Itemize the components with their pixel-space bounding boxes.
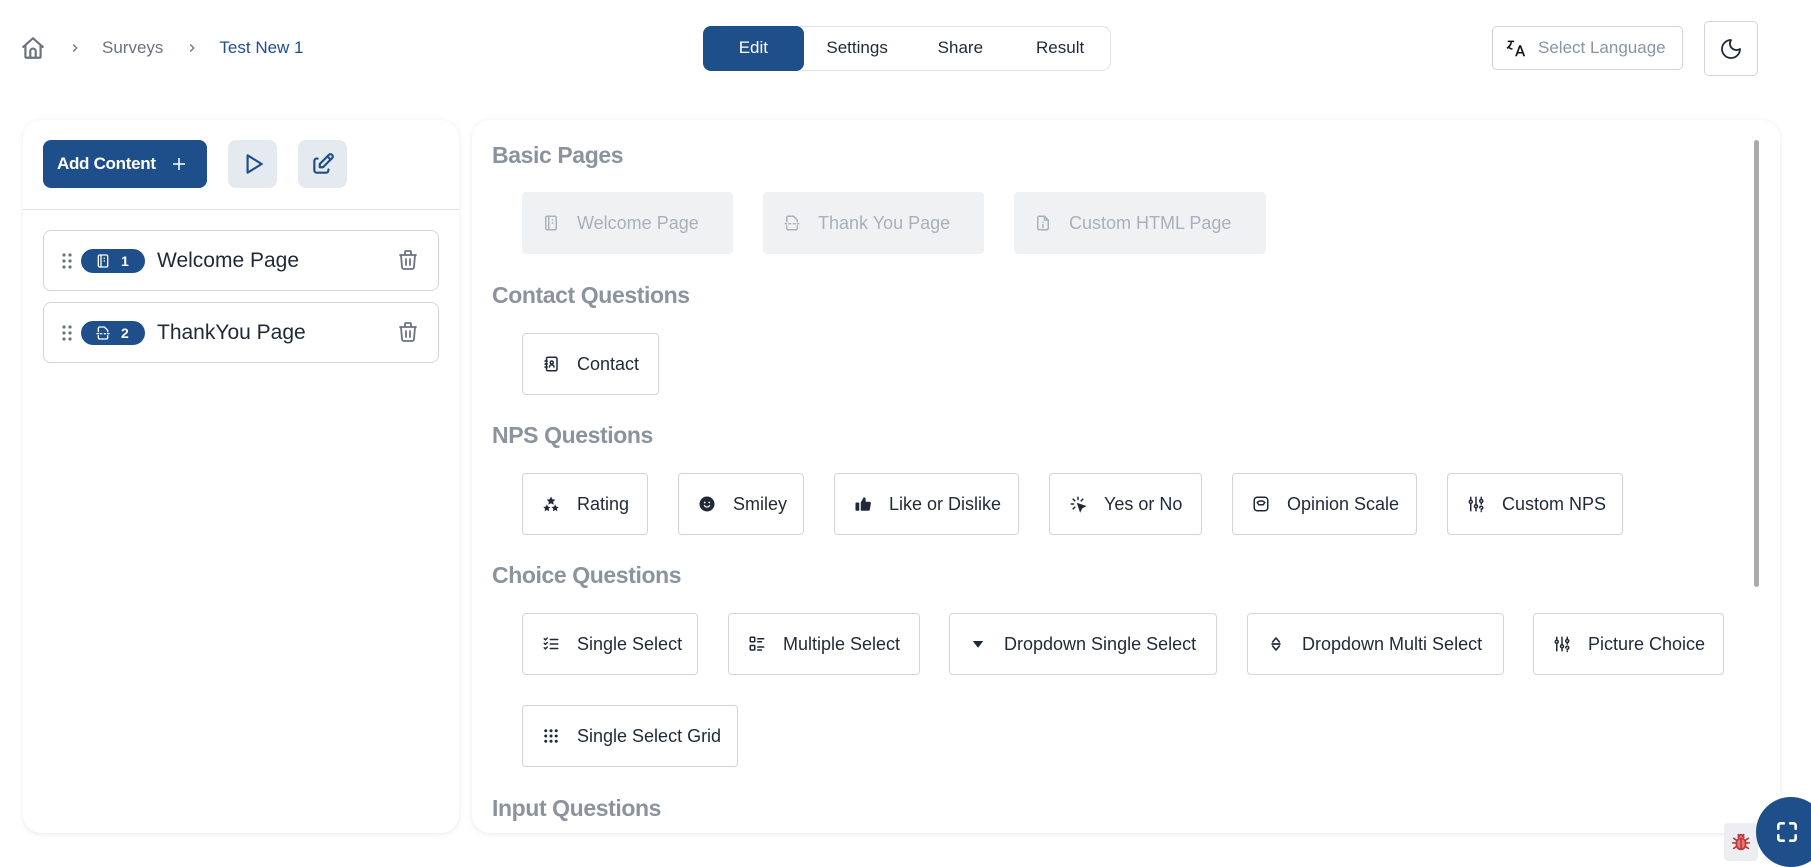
add-content-label: Add Content bbox=[57, 154, 156, 173]
chevron-right-icon bbox=[185, 41, 199, 55]
drag-handle-icon[interactable] bbox=[61, 324, 73, 342]
plus-icon bbox=[172, 158, 185, 170]
item-label: ThankYou Page bbox=[157, 320, 306, 344]
section-title-contact: Contact Questions bbox=[492, 282, 690, 308]
tab-edit[interactable]: Edit bbox=[703, 25, 804, 71]
button-label: Opinion Scale bbox=[1287, 493, 1400, 514]
contact-button[interactable]: Contact bbox=[522, 333, 659, 395]
button-label: Rating bbox=[577, 493, 630, 514]
content-sidebar: Add Content 1 Welcome Page 2 ThankYou Pa… bbox=[23, 120, 459, 833]
item-badge: 1 bbox=[81, 248, 145, 273]
opinion-scale-button[interactable]: Opinion Scale bbox=[1232, 473, 1417, 535]
file-smile-icon bbox=[784, 215, 800, 231]
basic-welcome-page-button[interactable]: Welcome Page bbox=[522, 192, 733, 254]
trash-icon[interactable] bbox=[396, 248, 420, 274]
list-item[interactable]: 1 Welcome Page bbox=[43, 230, 439, 291]
custom-nps-button[interactable]: Custom NPS bbox=[1447, 473, 1623, 535]
address-book-icon bbox=[544, 356, 558, 372]
item-number: 2 bbox=[121, 324, 129, 341]
item-badge: 2 bbox=[81, 320, 145, 345]
caret-down-icon bbox=[972, 641, 984, 648]
divider bbox=[23, 209, 459, 210]
breadcrumb-current: Test New 1 bbox=[219, 38, 304, 57]
report-bug-button[interactable] bbox=[1724, 823, 1758, 861]
button-label: Custom HTML Page bbox=[1069, 212, 1232, 233]
button-label: Smiley bbox=[733, 493, 788, 514]
preview-button[interactable] bbox=[228, 140, 277, 188]
tab-result[interactable]: Result bbox=[1010, 26, 1110, 71]
like-or-dislike-button[interactable]: Like or Dislike bbox=[834, 473, 1019, 535]
grid-dots-icon bbox=[544, 729, 558, 743]
button-label: Custom NPS bbox=[1502, 493, 1607, 514]
section-title-basic-pages: Basic Pages bbox=[492, 142, 624, 168]
dropdown-multi-select-button[interactable]: Dropdown Multi Select bbox=[1247, 613, 1504, 675]
notebook-icon bbox=[97, 253, 109, 268]
chevron-right-icon bbox=[68, 41, 82, 55]
button-label: Like or Dislike bbox=[889, 493, 1002, 514]
tab-bar: Edit Settings Share Result bbox=[703, 25, 1111, 71]
rating-button[interactable]: Rating bbox=[522, 473, 648, 535]
button-label: Picture Choice bbox=[1588, 633, 1706, 654]
button-label: Dropdown Multi Select bbox=[1302, 633, 1483, 654]
notebook-icon bbox=[545, 215, 557, 231]
single-select-button[interactable]: Single Select bbox=[522, 613, 698, 675]
section-title-choice: Choice Questions bbox=[492, 562, 682, 588]
dropdown-single-select-button[interactable]: Dropdown Single Select bbox=[949, 613, 1217, 675]
click-icon bbox=[1070, 496, 1087, 513]
list-details-icon bbox=[749, 636, 765, 651]
section-title-nps: NPS Questions bbox=[492, 422, 653, 448]
home-icon[interactable] bbox=[20, 35, 46, 61]
add-content-button[interactable]: Add Content bbox=[43, 140, 207, 188]
stars-icon bbox=[543, 496, 559, 512]
bug-icon bbox=[1731, 833, 1751, 851]
sliders-icon bbox=[1468, 496, 1484, 513]
single-select-grid-button[interactable]: Single Select Grid bbox=[522, 705, 738, 767]
theme-toggle-button[interactable] bbox=[1704, 21, 1758, 76]
scrollbar-thumb[interactable] bbox=[1754, 140, 1759, 587]
button-label: Yes or No bbox=[1104, 493, 1183, 514]
checklist-icon bbox=[543, 637, 559, 650]
smiley-button[interactable]: Smiley bbox=[678, 473, 804, 535]
smiley-icon bbox=[699, 496, 715, 512]
edit-icon bbox=[312, 153, 334, 174]
button-label: Thank You Page bbox=[818, 212, 951, 233]
button-label: Single Select Grid bbox=[577, 725, 722, 746]
section-title-input: Input Questions bbox=[492, 795, 662, 821]
file-smile-icon bbox=[96, 325, 110, 340]
list-item[interactable]: 2 ThankYou Page bbox=[43, 302, 439, 363]
multiple-select-button[interactable]: Multiple Select bbox=[728, 613, 920, 675]
basic-custom-html-page-button[interactable]: Custom HTML Page bbox=[1014, 192, 1266, 254]
language-select[interactable]: Select Language bbox=[1492, 26, 1683, 70]
breadcrumb-surveys[interactable]: Surveys bbox=[102, 38, 163, 58]
file-info-icon bbox=[1037, 215, 1049, 231]
trash-icon[interactable] bbox=[396, 320, 420, 346]
gauge-icon bbox=[1253, 496, 1269, 512]
thumbs-up-icon bbox=[855, 497, 871, 511]
selector-icon bbox=[1271, 637, 1281, 651]
sliders-icon bbox=[1554, 636, 1570, 653]
tab-settings[interactable]: Settings bbox=[804, 26, 911, 71]
edit-button[interactable] bbox=[298, 140, 347, 188]
yes-or-no-button[interactable]: Yes or No bbox=[1049, 473, 1202, 535]
question-types-panel: Basic Pages Welcome Page Thank You Page … bbox=[472, 120, 1780, 833]
fullscreen-button[interactable] bbox=[1756, 797, 1811, 867]
basic-thank-you-page-button[interactable]: Thank You Page bbox=[763, 192, 984, 254]
language-placeholder: Select Language bbox=[1538, 38, 1666, 57]
item-number: 1 bbox=[121, 252, 129, 269]
drag-handle-icon[interactable] bbox=[61, 252, 73, 270]
button-label: Dropdown Single Select bbox=[1004, 633, 1197, 654]
button-label: Welcome Page bbox=[577, 212, 699, 233]
translate-icon bbox=[1505, 37, 1527, 59]
button-label: Single Select bbox=[577, 633, 683, 654]
picture-choice-button[interactable]: Picture Choice bbox=[1533, 613, 1724, 675]
moon-icon bbox=[1721, 38, 1741, 59]
breadcrumb: Surveys Test New 1 bbox=[20, 34, 304, 62]
button-label: Contact bbox=[577, 353, 640, 374]
button-label: Multiple Select bbox=[783, 633, 901, 654]
fullscreen-icon bbox=[1777, 822, 1797, 842]
tab-share[interactable]: Share bbox=[910, 26, 1010, 71]
play-icon bbox=[246, 154, 263, 174]
item-label: Welcome Page bbox=[157, 248, 300, 272]
